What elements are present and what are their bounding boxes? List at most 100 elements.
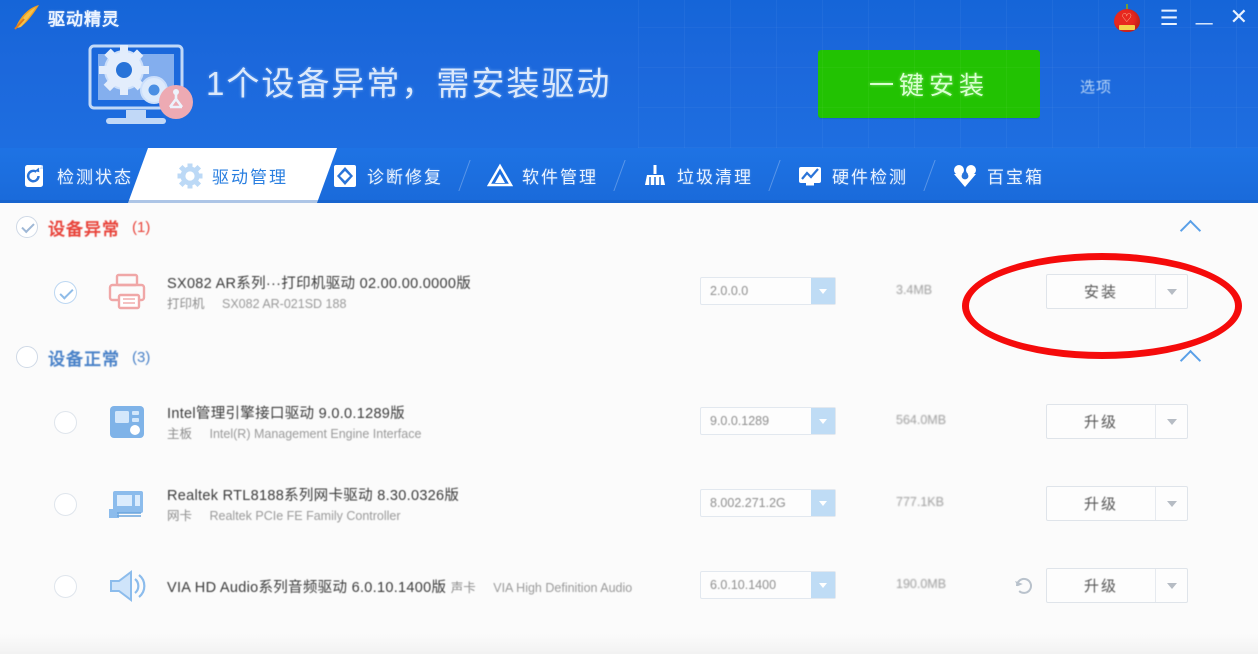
table-row: Realtek RTL8188系列网卡驱动 8.30.0326版 网卡 Real… <box>0 463 1258 545</box>
tab-diagnose-repair[interactable]: 诊断修复 <box>310 148 465 203</box>
version-value: 6.0.10.1400 <box>701 572 811 598</box>
group-header-abnormal[interactable]: 设备异常 (1) <box>0 203 1258 251</box>
file-size: 564.0MB <box>896 413 946 427</box>
apple-badge-icon[interactable]: ♡ <box>1114 4 1140 32</box>
triangle-app-icon <box>487 163 513 189</box>
apple-inner-glyph: ♡ <box>1114 12 1140 24</box>
upgrade-button-label[interactable]: 升级 <box>1047 487 1155 520</box>
chevron-up-icon[interactable] <box>1182 217 1200 235</box>
app-logo: 驱动精灵 <box>12 3 120 31</box>
tab-software-manage[interactable]: 软件管理 <box>465 148 620 203</box>
device-sub: 主板 Intel(R) Management Engine Interface <box>167 427 421 441</box>
upgrade-button[interactable]: 升级 <box>1046 568 1188 603</box>
device-sub: 打印机 SX082 AR-021SD 188 <box>167 297 346 311</box>
table-row: VIA HD Audio系列音频驱动 6.0.10.1400版 声卡 VIA H… <box>0 545 1258 627</box>
apple-label-bar <box>1119 25 1135 30</box>
table-row: SX082 AR系列···打印机驱动 02.00.00.0000版 打印机 SX… <box>0 251 1258 333</box>
device-category: 打印机 <box>167 297 205 311</box>
option-link[interactable]: 选项 <box>1080 76 1112 97</box>
window-controls: ♡ ☰ — ✕ <box>1114 0 1248 36</box>
device-hardware-id: SX082 AR-021SD 188 <box>222 297 346 311</box>
device-name: SX082 AR系列···打印机驱动 02.00.00.0000版 <box>167 276 471 292</box>
hamburger-menu-icon[interactable]: ☰ <box>1160 8 1179 29</box>
main-nav: 检测状态 驱动管理 <box>0 148 1258 203</box>
speaker-icon <box>107 567 147 605</box>
chart-monitor-icon <box>797 163 823 189</box>
device-info: SX082 AR系列···打印机驱动 02.00.00.0000版 打印机 SX… <box>167 272 637 313</box>
minimize-icon[interactable]: — <box>1195 14 1214 33</box>
list-bottom-fade <box>0 634 1258 654</box>
printer-icon <box>107 273 147 311</box>
chevron-down-icon[interactable] <box>1156 405 1187 438</box>
feather-logo-icon <box>12 3 42 31</box>
table-row: Intel管理引擎接口驱动 9.0.0.1289版 主板 Intel(R) Ma… <box>0 381 1258 463</box>
one-click-install-button[interactable]: 一键安装 <box>818 50 1040 118</box>
tab-toolbox[interactable]: 百宝箱 <box>930 148 1066 203</box>
banner-title: 1个设备异常，需安装驱动 <box>206 57 611 105</box>
version-select[interactable]: 6.0.10.1400 <box>700 571 836 599</box>
group-label: 设备异常 <box>48 215 120 240</box>
tab-driver-manage[interactable]: 驱动管理 <box>155 148 310 203</box>
device-sub: 声卡 VIA High Definition Audio <box>451 581 632 595</box>
device-info: Realtek RTL8188系列网卡驱动 8.30.0326版 网卡 Real… <box>167 484 637 525</box>
restore-icon[interactable] <box>1013 575 1035 597</box>
one-click-install-label: 一键安装 <box>869 66 989 102</box>
group-count: (3) <box>132 349 150 366</box>
chevron-down-icon[interactable] <box>1156 487 1187 520</box>
chevron-down-icon[interactable] <box>1156 569 1187 602</box>
broom-icon <box>642 163 668 189</box>
install-button[interactable]: 安装 <box>1046 274 1188 309</box>
file-size: 777.1KB <box>896 495 944 509</box>
device-info: VIA HD Audio系列音频驱动 6.0.10.1400版 声卡 VIA H… <box>167 576 637 597</box>
chevron-down-icon[interactable] <box>811 278 835 304</box>
row-checkbox[interactable] <box>54 575 77 598</box>
tab-junk-clean[interactable]: 垃圾清理 <box>620 148 775 203</box>
version-select[interactable]: 9.0.0.1289 <box>700 407 836 435</box>
chevron-down-icon[interactable] <box>1156 275 1187 308</box>
device-info: Intel管理引擎接口驱动 9.0.0.1289版 主板 Intel(R) Ma… <box>167 402 637 443</box>
device-name: Realtek RTL8188系列网卡驱动 8.30.0326版 <box>167 488 459 504</box>
group-checkbox-normal[interactable] <box>16 346 38 368</box>
group-header-normal[interactable]: 设备正常 (3) <box>0 333 1258 381</box>
driver-list: 设备异常 (1) SX082 AR系列···打印机驱动 02.00.00.000… <box>0 203 1258 654</box>
diamond-icon <box>332 163 358 189</box>
chevron-up-icon[interactable] <box>1182 347 1200 365</box>
tab-label: 百宝箱 <box>987 163 1044 188</box>
gear-icon <box>177 163 203 189</box>
chevron-down-icon[interactable] <box>811 490 835 516</box>
row-checkbox[interactable] <box>54 493 77 516</box>
device-category: 声卡 <box>451 581 476 595</box>
row-checkbox[interactable] <box>54 281 77 304</box>
monitor-gear-icon <box>72 32 204 132</box>
tab-label: 软件管理 <box>522 163 598 188</box>
upgrade-button-label[interactable]: 升级 <box>1047 569 1155 602</box>
device-name: Intel管理引擎接口驱动 9.0.0.1289版 <box>167 406 405 422</box>
close-icon[interactable]: ✕ <box>1230 7 1248 29</box>
version-value: 8.002.271.2G <box>701 490 811 516</box>
group-checkbox-abnormal[interactable] <box>16 216 38 238</box>
device-category: 网卡 <box>167 509 192 523</box>
app-logo-text: 驱动精灵 <box>48 5 120 30</box>
file-size: 190.0MB <box>896 577 946 591</box>
upgrade-button[interactable]: 升级 <box>1046 404 1188 439</box>
network-card-icon <box>107 485 147 523</box>
version-select[interactable]: 2.0.0.0 <box>700 277 836 305</box>
tab-hardware-detect[interactable]: 硬件检测 <box>775 148 930 203</box>
tab-label: 垃圾清理 <box>677 163 753 188</box>
title-bar: 驱动精灵 ♡ ☰ — ✕ <box>0 0 1258 36</box>
upgrade-button-label[interactable]: 升级 <box>1047 405 1155 438</box>
chevron-down-icon[interactable] <box>811 408 835 434</box>
driver-manager-window: 驱动精灵 ♡ ☰ — ✕ <box>0 0 1258 654</box>
version-select[interactable]: 8.002.271.2G <box>700 489 836 517</box>
chevron-down-icon[interactable] <box>811 572 835 598</box>
app-header: 驱动精灵 ♡ ☰ — ✕ <box>0 0 1258 148</box>
toolbox-icon <box>952 163 978 189</box>
row-checkbox[interactable] <box>54 411 77 434</box>
version-value: 9.0.0.1289 <box>701 408 811 434</box>
device-hardware-id: Intel(R) Management Engine Interface <box>210 427 422 441</box>
tab-label: 检测状态 <box>57 163 133 188</box>
version-value: 2.0.0.0 <box>701 278 811 304</box>
install-button-label[interactable]: 安装 <box>1047 275 1155 308</box>
group-count: (1) <box>132 219 150 236</box>
upgrade-button[interactable]: 升级 <box>1046 486 1188 521</box>
